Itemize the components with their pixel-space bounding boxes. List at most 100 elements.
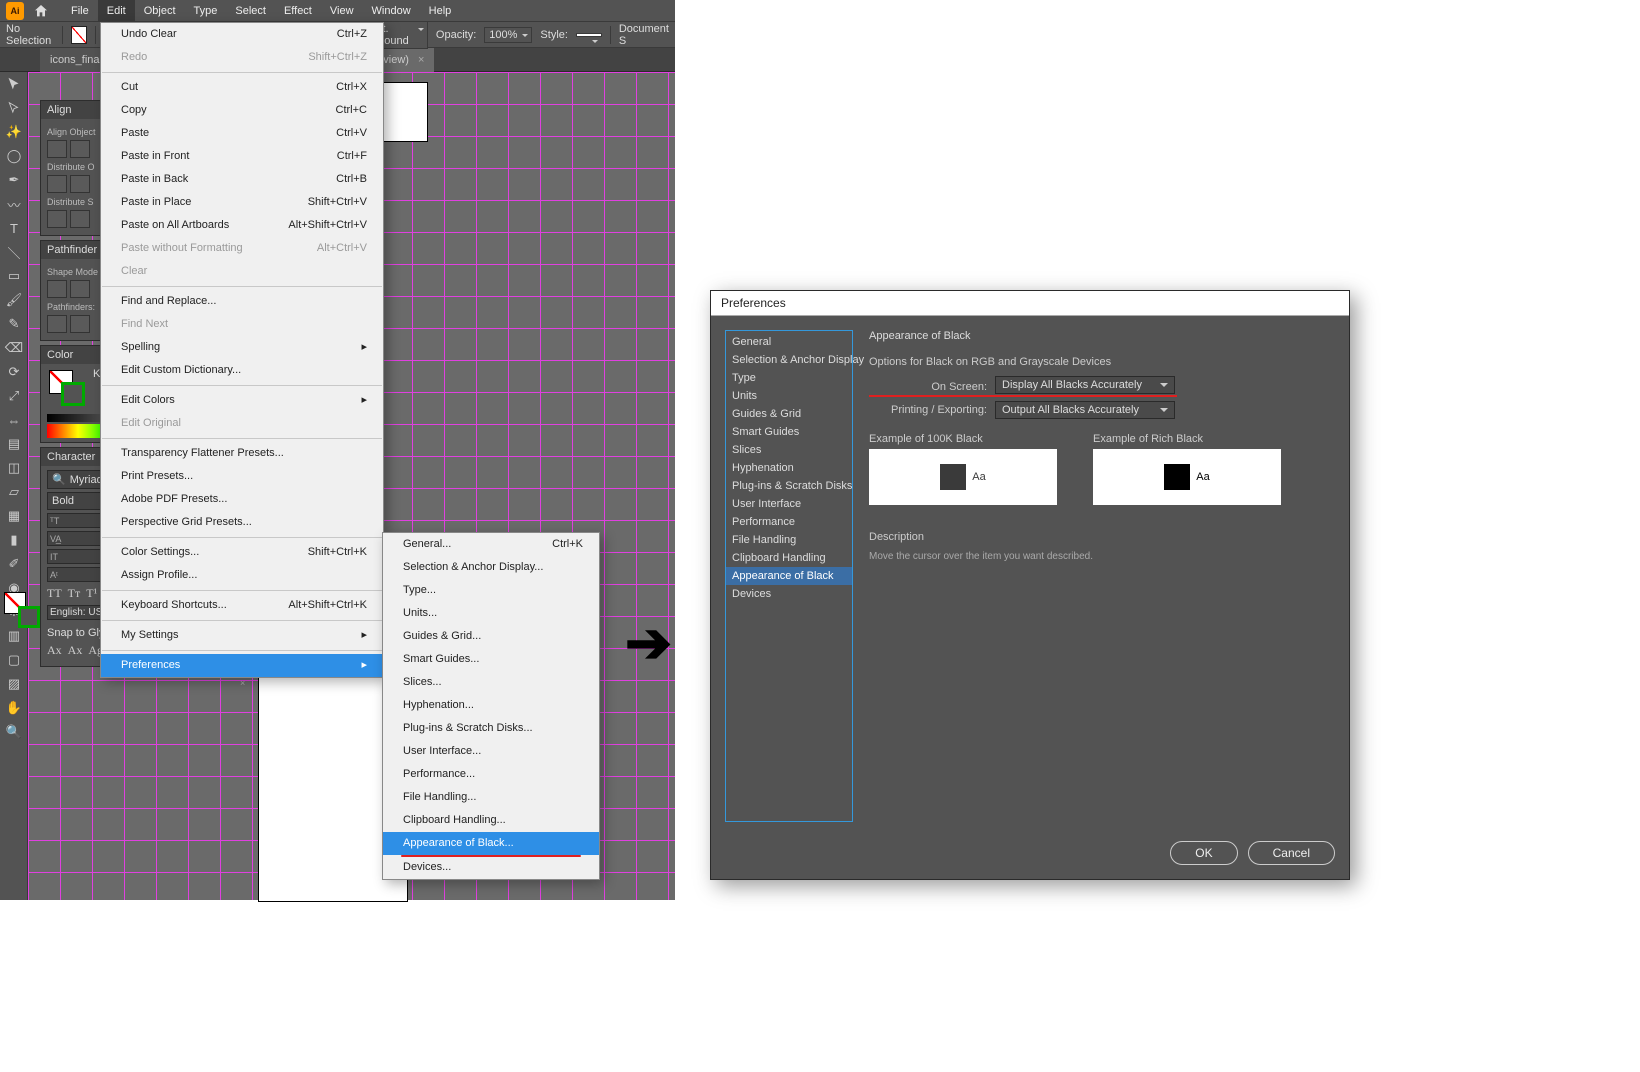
stroke-swatch-icon[interactable]	[61, 382, 85, 406]
color-fillstroke-swatch[interactable]	[49, 370, 85, 406]
perspective-tool-icon[interactable]: ▱	[0, 480, 28, 504]
stroke-swatch-icon[interactable]	[18, 606, 40, 628]
pen-tool-icon[interactable]: ✒	[0, 168, 28, 192]
cancel-button[interactable]: Cancel	[1248, 841, 1335, 865]
menu-object[interactable]: Object	[135, 0, 185, 22]
prefs-category-item[interactable]: Selection & Anchor Display	[726, 351, 852, 369]
submenu-item[interactable]: Appearance of Black...	[383, 832, 599, 855]
menu-item[interactable]: Spelling▸	[101, 336, 383, 359]
scale-tool-icon[interactable]: ⤢	[0, 384, 28, 408]
vdist-center-button[interactable]	[70, 175, 90, 193]
artboard-tool-icon[interactable]: ▢	[0, 648, 28, 672]
zoom-tool-icon[interactable]: 🔍	[0, 720, 28, 744]
vdist-top-button[interactable]	[47, 175, 67, 193]
menu-item[interactable]: Edit Custom Dictionary...	[101, 359, 383, 382]
submenu-item[interactable]: Guides & Grid...	[383, 625, 599, 648]
mini-panel-close[interactable]: ×	[240, 678, 256, 690]
submenu-item[interactable]: File Handling...	[383, 786, 599, 809]
line-tool-icon[interactable]: ＼	[0, 240, 28, 264]
glyph-ax2-icon[interactable]: Ax	[68, 643, 83, 658]
hdist-space-button[interactable]	[70, 210, 90, 228]
style-dropdown[interactable]	[576, 33, 602, 37]
width-tool-icon[interactable]: ⇔	[0, 408, 28, 432]
magic-wand-tool-icon[interactable]: ✨	[0, 120, 28, 144]
prefs-category-item[interactable]: Devices	[726, 585, 852, 603]
menu-help[interactable]: Help	[420, 0, 461, 22]
divide-button[interactable]	[47, 315, 67, 333]
menu-item[interactable]: Print Presets...	[101, 465, 383, 488]
printing-dropdown[interactable]: Output All Blacks Accurately	[995, 401, 1175, 419]
menu-effect[interactable]: Effect	[275, 0, 321, 22]
menu-view[interactable]: View	[321, 0, 363, 22]
menu-type[interactable]: Type	[185, 0, 227, 22]
rectangle-tool-icon[interactable]: ▭	[0, 264, 28, 288]
menu-window[interactable]: Window	[363, 0, 420, 22]
menu-item[interactable]: Undo ClearCtrl+Z	[101, 23, 383, 46]
submenu-item[interactable]: Clipboard Handling...	[383, 809, 599, 832]
shape-builder-tool-icon[interactable]: ◫	[0, 456, 28, 480]
curvature-tool-icon[interactable]: 〰	[0, 192, 28, 216]
hand-tool-icon[interactable]: ✋	[0, 696, 28, 720]
vdist-space-button[interactable]	[47, 210, 67, 228]
prefs-category-item[interactable]: Type	[726, 369, 852, 387]
glyph-ax-icon[interactable]: Ax	[47, 643, 62, 658]
prefs-category-item[interactable]: Units	[726, 387, 852, 405]
shaper-tool-icon[interactable]: ✎	[0, 312, 28, 336]
menu-item[interactable]: PasteCtrl+V	[101, 122, 383, 145]
menu-item[interactable]: CutCtrl+X	[101, 76, 383, 99]
submenu-item[interactable]: Hyphenation...	[383, 694, 599, 717]
menu-item[interactable]: Preferences▸	[101, 654, 383, 677]
menu-item[interactable]: CopyCtrl+C	[101, 99, 383, 122]
free-transform-tool-icon[interactable]: ▤	[0, 432, 28, 456]
trim-button[interactable]	[70, 315, 90, 333]
prefs-category-item[interactable]: User Interface	[726, 495, 852, 513]
eyedropper-tool-icon[interactable]: ✐	[0, 552, 28, 576]
direct-selection-tool-icon[interactable]	[0, 96, 28, 120]
submenu-item[interactable]: User Interface...	[383, 740, 599, 763]
smallcaps-icon[interactable]: Tᴛ	[68, 586, 81, 601]
lasso-tool-icon[interactable]: ◯	[0, 144, 28, 168]
superscript-icon[interactable]: T¹	[86, 586, 97, 601]
prefs-category-item[interactable]: Appearance of Black	[726, 567, 852, 585]
rotate-tool-icon[interactable]: ⟳	[0, 360, 28, 384]
fill-stroke-swatch[interactable]	[4, 592, 40, 628]
home-icon[interactable]	[30, 0, 52, 22]
gradient-tool-icon[interactable]: ▮	[0, 528, 28, 552]
menu-file[interactable]: File	[62, 0, 98, 22]
prefs-category-item[interactable]: Plug-ins & Scratch Disks	[726, 477, 852, 495]
submenu-item[interactable]: Smart Guides...	[383, 648, 599, 671]
prefs-category-item[interactable]: Clipboard Handling	[726, 549, 852, 567]
submenu-item[interactable]: Units...	[383, 602, 599, 625]
prefs-category-item[interactable]: Smart Guides	[726, 423, 852, 441]
align-hcenter-button[interactable]	[70, 140, 90, 158]
menu-item[interactable]: Paste on All ArtboardsAlt+Shift+Ctrl+V	[101, 214, 383, 237]
menu-edit[interactable]: Edit	[98, 0, 135, 22]
submenu-item[interactable]: Selection & Anchor Display...	[383, 556, 599, 579]
menu-item[interactable]: Paste in FrontCtrl+F	[101, 145, 383, 168]
onscreen-dropdown[interactable]: Display All Blacks Accurately	[995, 376, 1175, 394]
menu-item[interactable]: Paste in BackCtrl+B	[101, 168, 383, 191]
opacity-dropdown[interactable]: 100%	[484, 27, 532, 43]
type-tool-icon[interactable]: T	[0, 216, 28, 240]
menu-item[interactable]: My Settings▸	[101, 624, 383, 647]
menu-select[interactable]: Select	[226, 0, 275, 22]
menu-item[interactable]: Color Settings...Shift+Ctrl+K	[101, 541, 383, 564]
prefs-category-item[interactable]: Hyphenation	[726, 459, 852, 477]
allcaps-icon[interactable]: TT	[47, 586, 62, 601]
prefs-category-item[interactable]: General	[726, 333, 852, 351]
ok-button[interactable]: OK	[1170, 841, 1237, 865]
minus-front-button[interactable]	[70, 280, 90, 298]
menu-item[interactable]: Perspective Grid Presets...	[101, 511, 383, 534]
prefs-category-item[interactable]: Guides & Grid	[726, 405, 852, 423]
slice-tool-icon[interactable]: ▨	[0, 672, 28, 696]
menu-item[interactable]: Edit Colors▸	[101, 389, 383, 412]
paintbrush-tool-icon[interactable]: 🖌	[0, 288, 28, 312]
close-icon[interactable]: ×	[418, 54, 424, 66]
fill-swatch[interactable]	[71, 26, 87, 44]
submenu-item[interactable]: Type...	[383, 579, 599, 602]
menu-item[interactable]: Transparency Flattener Presets...	[101, 442, 383, 465]
selection-tool-icon[interactable]	[0, 72, 28, 96]
menu-item[interactable]: Paste in PlaceShift+Ctrl+V	[101, 191, 383, 214]
menu-item[interactable]: Assign Profile...	[101, 564, 383, 587]
mesh-tool-icon[interactable]: ▦	[0, 504, 28, 528]
